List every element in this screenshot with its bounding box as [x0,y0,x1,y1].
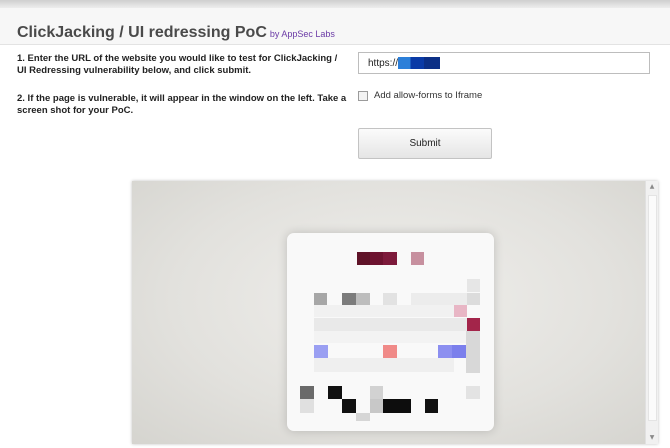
top-border [0,0,670,8]
redacted-pixel-block [314,318,467,331]
allow-forms-checkbox[interactable] [358,90,368,101]
scroll-thumb[interactable] [648,195,657,421]
scroll-down-arrow-icon[interactable]: ▼ [646,432,658,444]
redacted-pixel-block [370,399,383,413]
test-iframe[interactable]: ▲ ▼ [132,181,658,444]
redacted-pixel-block [467,293,480,305]
submit-button[interactable]: Submit [358,128,492,159]
redacted-pixel-block [467,279,480,292]
redacted-pixel-block [411,252,424,265]
redacted-pixel-block [425,399,438,413]
redacted-pixel-block [314,345,328,358]
instruction-step-1: 1. Enter the URL of the website you woul… [17,53,338,76]
redacted-pixel-block [328,386,342,399]
redacted-pixel-block [411,293,467,305]
redacted-pixel-block [467,318,480,331]
redacted-pixel-block [370,386,383,399]
redacted-pixel-block [314,293,327,305]
redacted-pixel-block [300,399,314,413]
redacted-pixel-block [314,358,454,372]
redacted-pixel-block [342,293,356,305]
redacted-pixel-block [342,399,356,413]
allow-forms-row[interactable]: Add allow-forms to Iframe [358,90,482,101]
page-title: ClickJacking / UI redressing PoC by AppSe… [17,24,335,42]
redacted-pixel-block [356,293,370,305]
redacted-url-block [398,57,440,69]
instruction-step-2: 2. If the page is vulnerable, it will ap… [17,93,347,116]
allow-forms-label[interactable]: Add allow-forms to Iframe [374,90,482,101]
redacted-pixel-block [452,345,466,358]
redacted-pixel-block [454,305,467,317]
redacted-pixel-block [383,252,397,265]
framed-page-card[interactable] [287,233,494,431]
redacted-pixel-block [438,345,452,358]
iframe-scrollbar[interactable]: ▲ ▼ [645,181,658,444]
redacted-pixel-block [383,293,397,305]
redacted-pixel-block [383,399,411,413]
redacted-pixel-block [357,252,370,265]
byline-text: by AppSec Labs [269,29,335,39]
redacted-pixel-block [300,386,314,399]
redacted-pixel-block [314,331,480,343]
redacted-pixel-block [466,386,480,399]
redacted-pixel-block [370,252,383,265]
redacted-pixel-block [383,345,397,358]
scroll-up-arrow-icon[interactable]: ▲ [646,181,658,193]
redacted-pixel-block [314,305,454,317]
page-header: ClickJacking / UI redressing PoC by AppSe… [0,8,670,45]
title-text: ClickJacking / UI redressing PoC [17,24,267,41]
redacted-pixel-block [466,331,480,373]
redacted-pixel-block [356,413,370,421]
